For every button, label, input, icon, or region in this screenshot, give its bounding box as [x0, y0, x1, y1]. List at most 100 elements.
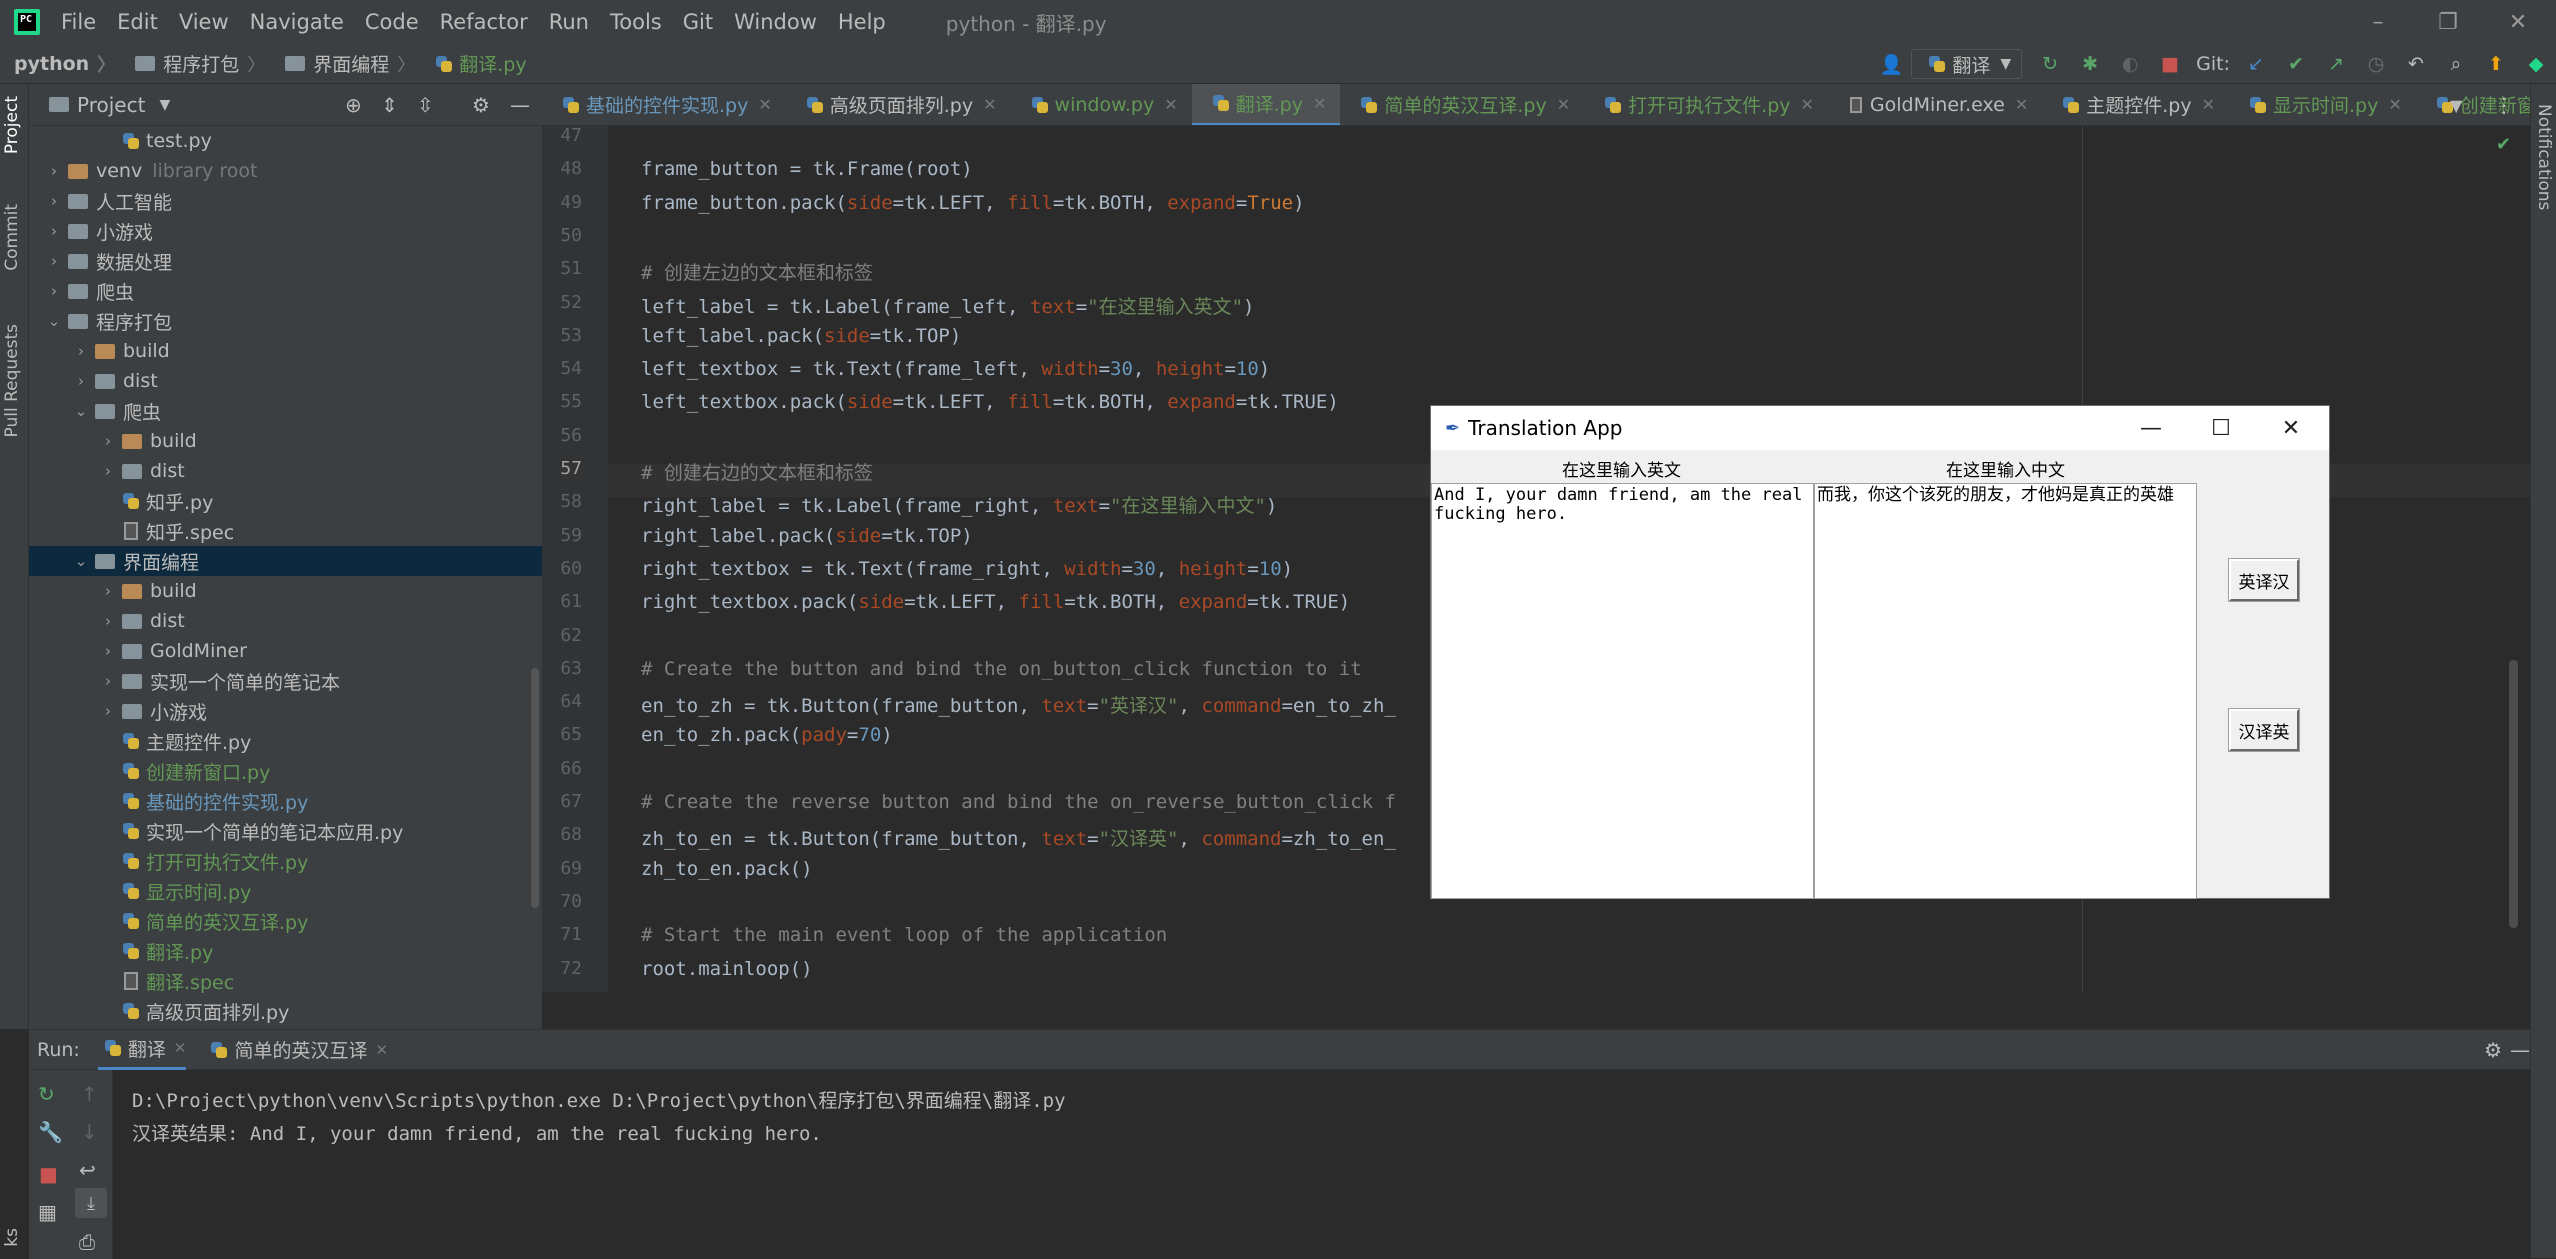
tree-item[interactable]: › GoldMiner	[29, 636, 542, 666]
scroll-to-end-icon[interactable]: ⤓	[75, 1188, 107, 1218]
chevron-right-icon[interactable]: ›	[46, 192, 62, 210]
chevron-right-icon[interactable]: ›	[73, 342, 89, 360]
close-tab-icon[interactable]: ✕	[375, 1041, 388, 1059]
close-tab-icon[interactable]: ✕	[1801, 95, 1814, 114]
menu-view[interactable]: View	[179, 10, 229, 34]
chevron-right-icon[interactable]: ›	[100, 462, 116, 480]
chevron-right-icon[interactable]: ›	[73, 372, 89, 390]
tk-minimize-button[interactable]: —	[2117, 406, 2185, 450]
rerun-icon[interactable]: ↻	[2039, 53, 2061, 75]
tree-item[interactable]: ⌄ 程序打包	[29, 306, 542, 336]
wrench-icon[interactable]: 🔧	[38, 1120, 63, 1144]
chevron-right-icon[interactable]: ›	[100, 642, 116, 660]
arrow-up-icon[interactable]: ↑	[81, 1082, 98, 1106]
debug-icon[interactable]: ✱	[2079, 53, 2101, 75]
tree-item[interactable]: 实现一个简单的笔记本应用.py	[29, 816, 542, 846]
tk-maximize-button[interactable]: ☐	[2187, 406, 2255, 450]
collapse-all-icon[interactable]: ⇳	[417, 93, 434, 117]
close-tab-icon[interactable]: ✕	[1164, 95, 1177, 114]
editor-tab[interactable]: 高级页面排列.py ✕	[786, 84, 1011, 125]
left-textbox[interactable]: And I, your damn friend, am the real fuc…	[1431, 483, 1814, 899]
jetbrains-ai-icon[interactable]: ◆	[2525, 53, 2547, 75]
tree-item[interactable]: › 小游戏	[29, 216, 542, 246]
close-tab-icon[interactable]: ✕	[2015, 95, 2028, 114]
chevron-right-icon[interactable]: ›	[100, 432, 116, 450]
tree-item[interactable]: › dist	[29, 456, 542, 486]
tabs-dropdown-icon[interactable]: ▼	[2450, 84, 2462, 126]
tree-item[interactable]: › 爬虫	[29, 276, 542, 306]
breadcrumb-subfolder[interactable]: 界面编程〉	[279, 50, 415, 77]
chevron-right-icon[interactable]: ›	[100, 702, 116, 720]
git-commit-icon[interactable]: ✔	[2285, 53, 2307, 75]
close-tab-icon[interactable]: ✕	[1313, 94, 1326, 113]
tree-item[interactable]: 高级页面排列.py	[29, 996, 542, 1026]
editor-tab[interactable]: 显示时间.py ✕	[2229, 84, 2416, 125]
chevron-right-icon[interactable]: ›	[46, 252, 62, 270]
chevron-down-icon[interactable]: ⌄	[73, 402, 89, 420]
right-textbox[interactable]: 而我，你这个该死的朋友，才他妈是真正的英雄	[1814, 483, 2197, 899]
editor-tab[interactable]: window.py ✕	[1011, 84, 1192, 125]
search-icon[interactable]: ⌕	[2445, 53, 2467, 75]
hide-icon[interactable]: —	[510, 93, 530, 117]
chevron-right-icon[interactable]: ›	[46, 162, 62, 180]
menu-help[interactable]: Help	[838, 10, 886, 34]
close-tab-icon[interactable]: ✕	[1557, 95, 1570, 114]
tree-item[interactable]: test.py	[29, 126, 542, 156]
tk-close-button[interactable]: ✕	[2257, 406, 2325, 450]
menu-navigate[interactable]: Navigate	[250, 10, 344, 34]
tree-item[interactable]: ⌄ 爬虫	[29, 396, 542, 426]
tree-item[interactable]: 显示时间.py	[29, 876, 542, 906]
tree-item[interactable]: › 人工智能	[29, 186, 542, 216]
chevron-down-icon[interactable]: ⌄	[73, 552, 89, 570]
editor-scrollbar[interactable]	[2509, 660, 2518, 928]
editor-tab[interactable]: 简单的英汉互译.py ✕	[1340, 84, 1584, 125]
close-tab-icon[interactable]: ✕	[174, 1039, 187, 1057]
menu-refactor[interactable]: Refactor	[440, 10, 528, 34]
chevron-right-icon[interactable]: ›	[46, 222, 62, 240]
tree-item[interactable]: › build	[29, 336, 542, 366]
minimize-button[interactable]: –	[2344, 0, 2412, 44]
maximize-button[interactable]: ❐	[2414, 0, 2482, 44]
tree-item[interactable]: 主题控件.py	[29, 726, 542, 756]
rerun-icon[interactable]: ↻	[38, 1082, 55, 1106]
tab-commit[interactable]: Commit	[2, 204, 22, 271]
tree-item[interactable]: 知乎.spec	[29, 516, 542, 546]
tree-item[interactable]: › 小游戏	[29, 696, 542, 726]
chevron-right-icon[interactable]: ›	[100, 672, 116, 690]
update-icon[interactable]: ⬆	[2485, 53, 2507, 75]
chevron-right-icon[interactable]: ›	[46, 282, 62, 300]
close-tab-icon[interactable]: ✕	[758, 95, 771, 114]
tab-notifications[interactable]: Notifications	[2534, 104, 2554, 210]
zh-to-en-button[interactable]: 汉译英	[2228, 708, 2300, 752]
breadcrumb-folder[interactable]: 程序打包〉	[129, 50, 265, 77]
gear-icon[interactable]: ⚙	[472, 93, 490, 117]
tree-item[interactable]: › build	[29, 426, 542, 456]
scrollbar[interactable]	[531, 668, 539, 908]
soft-wrap-icon[interactable]: ↩	[79, 1158, 96, 1182]
user-icon[interactable]: 👤	[1880, 53, 1904, 76]
print-icon[interactable]: ⎙	[79, 1230, 95, 1254]
editor-tab[interactable]: 主题控件.py ✕	[2042, 84, 2229, 125]
coverage-icon[interactable]: ◐	[2119, 53, 2141, 75]
history-icon[interactable]: ◷	[2365, 53, 2387, 75]
tree-item[interactable]: 翻译.spec	[29, 966, 542, 996]
git-push-icon[interactable]: ↗	[2325, 53, 2347, 75]
close-button[interactable]: ✕	[2484, 0, 2552, 44]
menu-code[interactable]: Code	[365, 10, 419, 34]
chevron-right-icon[interactable]: ›	[100, 582, 116, 600]
more-icon[interactable]: ⋮	[2494, 84, 2514, 126]
tab-pull-requests[interactable]: Pull Requests	[2, 324, 22, 438]
breadcrumb-project[interactable]: python 〉	[14, 51, 115, 77]
tab-project[interactable]: Project	[2, 96, 22, 154]
stop-icon[interactable]: ■	[2159, 53, 2181, 75]
rollback-icon[interactable]: ↶	[2405, 53, 2427, 75]
git-update-icon[interactable]: ↙	[2245, 53, 2267, 75]
locate-icon[interactable]: ⊕	[345, 93, 362, 117]
breadcrumb-file[interactable]: 翻译.py	[429, 50, 527, 77]
tree-item[interactable]: 简单的英汉互译.py	[29, 906, 542, 936]
menu-file[interactable]: File	[61, 10, 96, 34]
menu-tools[interactable]: Tools	[610, 10, 662, 34]
expand-all-icon[interactable]: ⇕	[381, 93, 398, 117]
tree-item[interactable]: 创建新窗口.py	[29, 756, 542, 786]
close-tab-icon[interactable]: ✕	[2202, 95, 2215, 114]
